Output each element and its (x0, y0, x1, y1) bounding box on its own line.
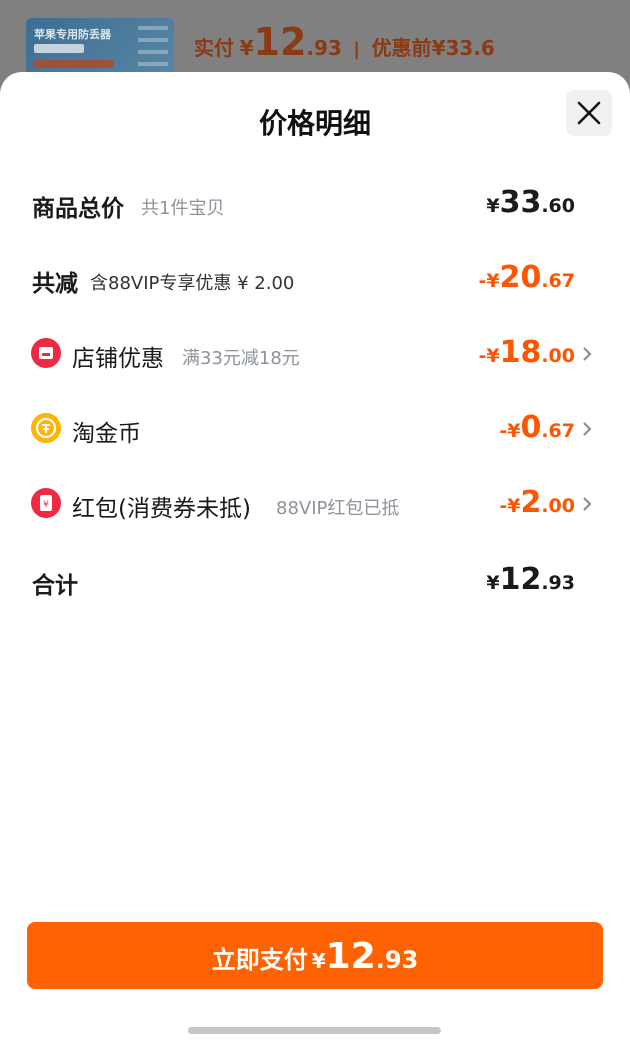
amount-yen: ¥ (486, 572, 500, 594)
paid-label: 实付 (194, 36, 234, 60)
store-icon (31, 338, 61, 368)
pay-now-button[interactable]: 立即支付 ¥12.93 (27, 922, 603, 989)
chevron-right-icon (583, 347, 592, 361)
amount-dec: .00 (541, 345, 575, 367)
row-sub: 88VIP红包已抵 (276, 498, 400, 519)
pay-button-label: 立即支付 (211, 946, 308, 974)
row-sub: 满33元减18元 (182, 348, 300, 369)
red-packet-icon: ¥ (31, 488, 61, 518)
amount-yen: ¥ (486, 195, 500, 217)
amount-dec: .60 (541, 195, 575, 217)
row-amount: -¥18.00 (478, 335, 575, 370)
thumb-tag (34, 44, 84, 53)
svg-text:¥: ¥ (43, 500, 49, 510)
row-sub: 共1件宝贝 (141, 198, 225, 219)
amount-dec: .67 (541, 420, 575, 442)
amount-int: 12 (499, 562, 542, 597)
price-detail-sheet: 价格明细 商品总价 共1件宝贝 ¥33.60 共减 含88VIP专享优惠 ¥ 2… (0, 72, 630, 1047)
row-label: 合计 (32, 573, 78, 599)
row-amount: -¥0.67 (499, 410, 575, 445)
chevron-right-icon (583, 497, 592, 511)
row-amount: -¥2.00 (499, 485, 575, 520)
row-red-packet[interactable]: ¥ 红包(消费券未抵) 88VIP红包已抵 -¥2.00 (0, 485, 630, 525)
amount-int: 2 (520, 485, 542, 520)
close-button[interactable] (566, 90, 612, 136)
row-shop-discount[interactable]: 店铺优惠 满33元减18元 -¥18.00 (0, 335, 630, 375)
pay-button-yen: ¥ (311, 949, 326, 973)
background-price: 实付 ¥12.93 | 优惠前¥33.6 (194, 20, 495, 64)
amount-yen: ¥ (486, 345, 500, 367)
row-taojinbi[interactable]: 淘金币 -¥0.67 (0, 410, 630, 450)
before-label: 优惠前 (371, 36, 432, 60)
amount-dec: .93 (541, 572, 575, 594)
row-label: 淘金币 (72, 421, 141, 447)
before-price: ¥33.6 (431, 36, 495, 60)
amount-dec: .67 (541, 270, 575, 292)
home-indicator[interactable] (188, 1027, 441, 1034)
row-sum: 合计 ¥12.93 (0, 562, 630, 602)
amount-int: 20 (499, 260, 542, 295)
row-label: 红包(消费券未抵) (72, 496, 251, 522)
row-amount: ¥12.93 (486, 562, 575, 597)
chevron-right-icon (583, 422, 592, 436)
row-total-price: 商品总价 共1件宝贝 ¥33.60 (0, 185, 630, 225)
row-label: 店铺优惠 (72, 346, 164, 372)
amount-yen: ¥ (507, 495, 521, 517)
pay-button-content: 立即支付 ¥12.93 (27, 936, 603, 977)
row-sub: 含88VIP专享优惠 ¥ 2.00 (90, 273, 295, 294)
row-label: 共减 (32, 271, 78, 297)
pay-button-int: 12 (325, 936, 376, 977)
paid-dec: .93 (306, 36, 342, 60)
amount-int: 0 (520, 410, 542, 445)
row-total-reduce: 共减 含88VIP专享优惠 ¥ 2.00 -¥20.67 (0, 260, 630, 300)
amount-yen: ¥ (507, 420, 521, 442)
taojinbi-coin-icon (31, 413, 61, 443)
amount-yen: ¥ (486, 270, 500, 292)
row-amount: -¥20.67 (478, 260, 575, 295)
pay-button-dec: .93 (375, 946, 419, 974)
row-amount: ¥33.60 (486, 185, 575, 220)
row-label: 商品总价 (32, 196, 124, 222)
thumb-tag (34, 60, 114, 68)
amount-dec: .00 (541, 495, 575, 517)
amount-int: 18 (499, 335, 542, 370)
sheet-title: 价格明细 (258, 107, 371, 140)
paid-yen: ¥ (239, 36, 254, 60)
amount-int: 33 (499, 185, 542, 220)
price-separator: | (353, 39, 360, 60)
close-icon (577, 101, 601, 125)
product-title: 苹果专用防丢器 (34, 28, 111, 41)
paid-int: 12 (253, 20, 307, 64)
